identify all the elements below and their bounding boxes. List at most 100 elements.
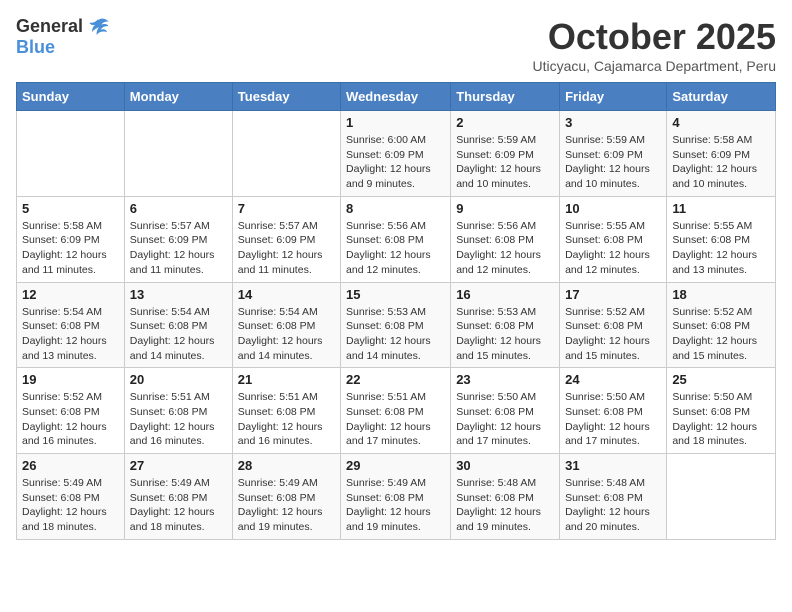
logo-bird-icon <box>88 16 110 38</box>
calendar-cell: 20Sunrise: 5:51 AM Sunset: 6:08 PM Dayli… <box>124 368 232 454</box>
calendar-cell: 1 Sunrise: 6:00 AM Sunset: 6:09 PM Daylig… <box>341 111 451 197</box>
calendar-cell: 11Sunrise: 5:55 AM Sunset: 6:08 PM Dayli… <box>667 196 776 282</box>
day-number: 22 <box>346 372 445 387</box>
calendar-cell: 12 Sunrise: 5:54 AM Sunset: 6:08 PM Dayli… <box>17 282 125 368</box>
day-info: Sunrise: 5:57 AM Sunset: 6:09 PM Dayligh… <box>238 219 335 278</box>
calendar-cell: 31 Sunrise: 5:48 AM Sunset: 6:08 PM Dayli… <box>560 454 667 540</box>
weekday-header: Tuesday <box>232 83 340 111</box>
day-number: 10 <box>565 201 661 216</box>
day-number: 2 <box>456 115 554 130</box>
day-info: Sunrise: 5:53 AM Sunset: 6:08 PM Dayligh… <box>456 305 554 364</box>
calendar-cell: 24Sunrise: 5:50 AM Sunset: 6:08 PM Dayli… <box>560 368 667 454</box>
day-number: 8 <box>346 201 445 216</box>
day-number: 3 <box>565 115 661 130</box>
day-number: 6 <box>130 201 227 216</box>
weekday-header: Sunday <box>17 83 125 111</box>
calendar-cell: 4Sunrise: 5:58 AM Sunset: 6:09 PM Daylig… <box>667 111 776 197</box>
calendar-cell: 7Sunrise: 5:57 AM Sunset: 6:09 PM Daylig… <box>232 196 340 282</box>
month-title: October 2025 <box>532 16 776 58</box>
calendar-table: SundayMondayTuesdayWednesdayThursdayFrid… <box>16 82 776 540</box>
day-info: Sunrise: 5:54 AM Sunset: 6:08 PM Dayligh… <box>238 305 335 364</box>
logo: General Blue <box>16 16 110 58</box>
calendar-week-row: 5 Sunrise: 5:58 AM Sunset: 6:09 PM Daylig… <box>17 196 776 282</box>
day-number: 21 <box>238 372 335 387</box>
day-info: Sunrise: 5:53 AM Sunset: 6:08 PM Dayligh… <box>346 305 445 364</box>
weekday-header: Wednesday <box>341 83 451 111</box>
day-number: 12 <box>22 287 119 302</box>
day-number: 27 <box>130 458 227 473</box>
calendar-cell: 6Sunrise: 5:57 AM Sunset: 6:09 PM Daylig… <box>124 196 232 282</box>
day-info: Sunrise: 5:49 AM Sunset: 6:08 PM Dayligh… <box>346 476 445 535</box>
day-number: 31 <box>565 458 661 473</box>
calendar-cell: 15 Sunrise: 5:53 AM Sunset: 6:08 PM Dayli… <box>341 282 451 368</box>
day-info: Sunrise: 5:58 AM Sunset: 6:09 PM Dayligh… <box>672 133 770 192</box>
calendar-cell: 5 Sunrise: 5:58 AM Sunset: 6:09 PM Daylig… <box>17 196 125 282</box>
calendar-cell: 14 Sunrise: 5:54 AM Sunset: 6:08 PM Dayli… <box>232 282 340 368</box>
day-info: Sunrise: 5:50 AM Sunset: 6:08 PM Dayligh… <box>456 390 554 449</box>
logo-text: General Blue <box>16 16 110 58</box>
calendar-cell: 29 Sunrise: 5:49 AM Sunset: 6:08 PM Dayli… <box>341 454 451 540</box>
day-number: 5 <box>22 201 119 216</box>
day-info: Sunrise: 5:48 AM Sunset: 6:08 PM Dayligh… <box>456 476 554 535</box>
weekday-header-row: SundayMondayTuesdayWednesdayThursdayFrid… <box>17 83 776 111</box>
weekday-header: Monday <box>124 83 232 111</box>
calendar-cell: 2 Sunrise: 5:59 AM Sunset: 6:09 PM Daylig… <box>451 111 560 197</box>
calendar-cell: 17 Sunrise: 5:52 AM Sunset: 6:08 PM Dayli… <box>560 282 667 368</box>
calendar-week-row: 19Sunrise: 5:52 AM Sunset: 6:08 PM Dayli… <box>17 368 776 454</box>
day-number: 17 <box>565 287 661 302</box>
day-number: 18 <box>672 287 770 302</box>
location: Uticyacu, Cajamarca Department, Peru <box>532 58 776 74</box>
calendar-cell: 21 Sunrise: 5:51 AM Sunset: 6:08 PM Dayli… <box>232 368 340 454</box>
day-info: Sunrise: 5:49 AM Sunset: 6:08 PM Dayligh… <box>238 476 335 535</box>
calendar-cell: 28Sunrise: 5:49 AM Sunset: 6:08 PM Dayli… <box>232 454 340 540</box>
day-info: Sunrise: 5:52 AM Sunset: 6:08 PM Dayligh… <box>672 305 770 364</box>
day-number: 14 <box>238 287 335 302</box>
day-info: Sunrise: 5:51 AM Sunset: 6:08 PM Dayligh… <box>346 390 445 449</box>
day-number: 26 <box>22 458 119 473</box>
calendar-cell: 19Sunrise: 5:52 AM Sunset: 6:08 PM Dayli… <box>17 368 125 454</box>
calendar-cell: 18 Sunrise: 5:52 AM Sunset: 6:08 PM Dayli… <box>667 282 776 368</box>
day-info: Sunrise: 5:55 AM Sunset: 6:08 PM Dayligh… <box>565 219 661 278</box>
day-info: Sunrise: 5:49 AM Sunset: 6:08 PM Dayligh… <box>22 476 119 535</box>
day-number: 25 <box>672 372 770 387</box>
day-info: Sunrise: 5:56 AM Sunset: 6:08 PM Dayligh… <box>456 219 554 278</box>
calendar-week-row: 12 Sunrise: 5:54 AM Sunset: 6:08 PM Dayli… <box>17 282 776 368</box>
calendar-cell: 3 Sunrise: 5:59 AM Sunset: 6:09 PM Daylig… <box>560 111 667 197</box>
day-info: Sunrise: 5:54 AM Sunset: 6:08 PM Dayligh… <box>22 305 119 364</box>
day-number: 24 <box>565 372 661 387</box>
weekday-header: Friday <box>560 83 667 111</box>
day-info: Sunrise: 5:54 AM Sunset: 6:08 PM Dayligh… <box>130 305 227 364</box>
calendar-cell: 25 Sunrise: 5:50 AM Sunset: 6:08 PM Dayli… <box>667 368 776 454</box>
day-number: 15 <box>346 287 445 302</box>
day-number: 9 <box>456 201 554 216</box>
day-number: 29 <box>346 458 445 473</box>
calendar-cell: 27 Sunrise: 5:49 AM Sunset: 6:08 PM Dayli… <box>124 454 232 540</box>
page-header: General Blue October 2025 Uticyacu, Caja… <box>16 16 776 74</box>
calendar-cell: 8 Sunrise: 5:56 AM Sunset: 6:08 PM Daylig… <box>341 196 451 282</box>
day-info: Sunrise: 5:59 AM Sunset: 6:09 PM Dayligh… <box>565 133 661 192</box>
day-number: 1 <box>346 115 445 130</box>
day-info: Sunrise: 5:48 AM Sunset: 6:08 PM Dayligh… <box>565 476 661 535</box>
calendar-cell: 30Sunrise: 5:48 AM Sunset: 6:08 PM Dayli… <box>451 454 560 540</box>
calendar-cell <box>124 111 232 197</box>
day-number: 11 <box>672 201 770 216</box>
calendar-cell: 13Sunrise: 5:54 AM Sunset: 6:08 PM Dayli… <box>124 282 232 368</box>
calendar-cell: 16Sunrise: 5:53 AM Sunset: 6:08 PM Dayli… <box>451 282 560 368</box>
weekday-header: Thursday <box>451 83 560 111</box>
day-info: Sunrise: 5:49 AM Sunset: 6:08 PM Dayligh… <box>130 476 227 535</box>
calendar-cell <box>667 454 776 540</box>
day-number: 23 <box>456 372 554 387</box>
day-info: Sunrise: 5:56 AM Sunset: 6:08 PM Dayligh… <box>346 219 445 278</box>
day-info: Sunrise: 5:58 AM Sunset: 6:09 PM Dayligh… <box>22 219 119 278</box>
day-info: Sunrise: 5:52 AM Sunset: 6:08 PM Dayligh… <box>565 305 661 364</box>
day-info: Sunrise: 6:00 AM Sunset: 6:09 PM Dayligh… <box>346 133 445 192</box>
calendar-cell: 9 Sunrise: 5:56 AM Sunset: 6:08 PM Daylig… <box>451 196 560 282</box>
calendar-cell: 10 Sunrise: 5:55 AM Sunset: 6:08 PM Dayli… <box>560 196 667 282</box>
day-info: Sunrise: 5:52 AM Sunset: 6:08 PM Dayligh… <box>22 390 119 449</box>
day-info: Sunrise: 5:51 AM Sunset: 6:08 PM Dayligh… <box>238 390 335 449</box>
day-info: Sunrise: 5:50 AM Sunset: 6:08 PM Dayligh… <box>672 390 770 449</box>
calendar-week-row: 1 Sunrise: 6:00 AM Sunset: 6:09 PM Daylig… <box>17 111 776 197</box>
day-info: Sunrise: 5:59 AM Sunset: 6:09 PM Dayligh… <box>456 133 554 192</box>
calendar-cell: 26 Sunrise: 5:49 AM Sunset: 6:08 PM Dayli… <box>17 454 125 540</box>
calendar-week-row: 26 Sunrise: 5:49 AM Sunset: 6:08 PM Dayli… <box>17 454 776 540</box>
